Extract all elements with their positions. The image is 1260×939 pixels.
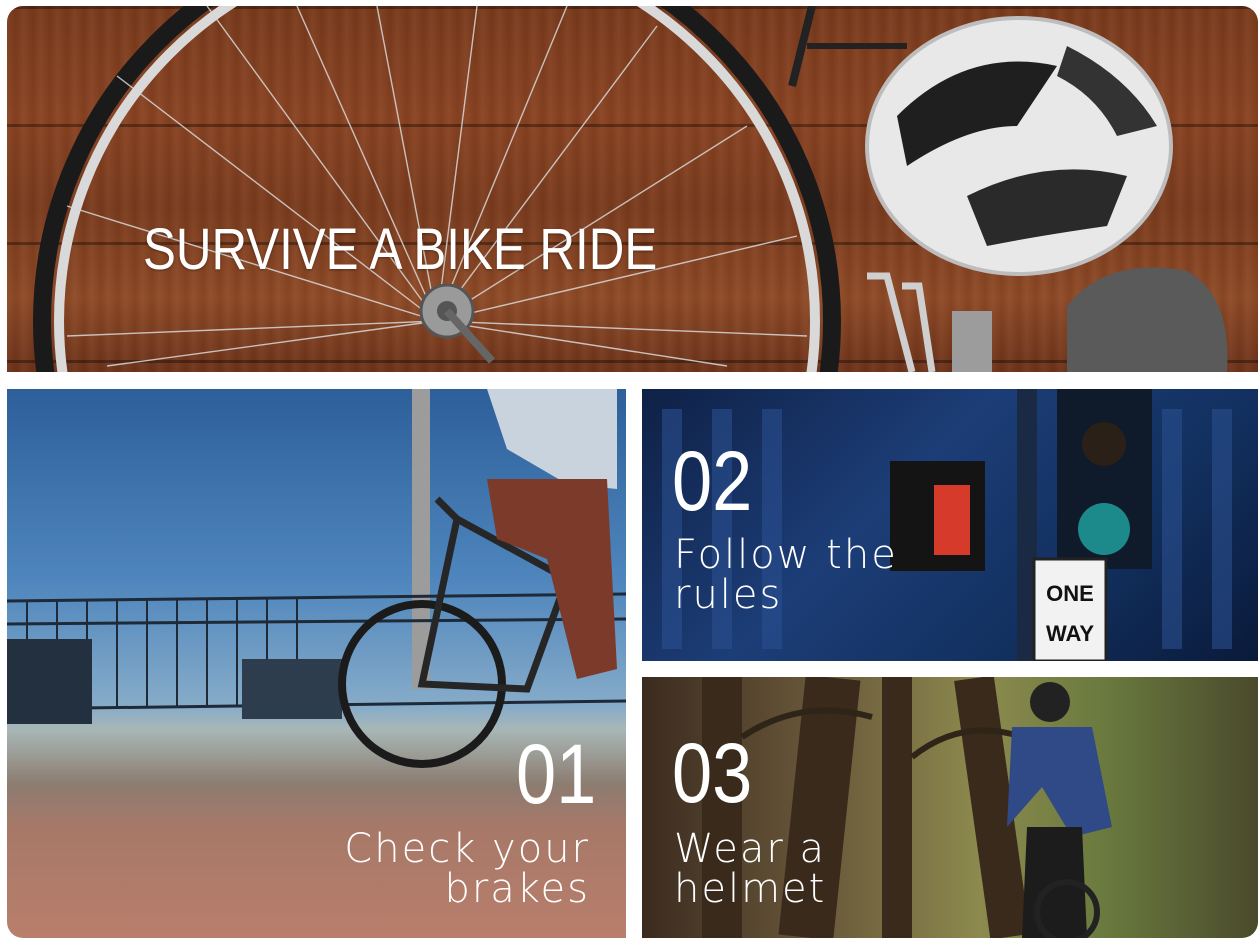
tip-caption: Follow the rules	[674, 535, 898, 615]
tip-panel-helmet: 03 Wear a helmet	[642, 677, 1258, 938]
one-way-sign-text: WAY	[1046, 621, 1094, 646]
one-way-sign-text: ONE	[1046, 581, 1094, 606]
tip-number: 01	[516, 727, 597, 821]
hero-illustration	[33, 6, 1228, 372]
hero-title: SURVIVE A BIKE RIDE	[143, 217, 658, 282]
pedal-image	[952, 311, 992, 372]
tip-panel-brakes: 01 Check your brakes	[7, 389, 626, 938]
tip-caption-line: helmet	[674, 866, 827, 912]
bicycle-wheel-image	[33, 6, 841, 372]
tip-caption-line: rules	[674, 572, 783, 618]
tip-number: 02	[672, 434, 753, 528]
allen-keys-image	[867, 272, 936, 372]
helmet-image	[865, 16, 1173, 276]
tip-number: 03	[672, 726, 753, 820]
tip-caption-line: Follow the	[674, 532, 898, 578]
glove-image	[1067, 267, 1228, 372]
tip-panel-rules: ONE WAY 02 Follow the rules	[642, 389, 1258, 661]
tip-caption: Wear a helmet	[674, 829, 826, 909]
tip-caption-line: Check your	[344, 826, 590, 872]
tip-caption-line: brakes	[444, 866, 590, 912]
tip-caption: Check your brakes	[344, 829, 590, 909]
hero-panel: SURVIVE A BIKE RIDE	[7, 6, 1258, 372]
tip-caption-line: Wear a	[674, 826, 826, 872]
wrench-tool-image	[788, 6, 907, 87]
